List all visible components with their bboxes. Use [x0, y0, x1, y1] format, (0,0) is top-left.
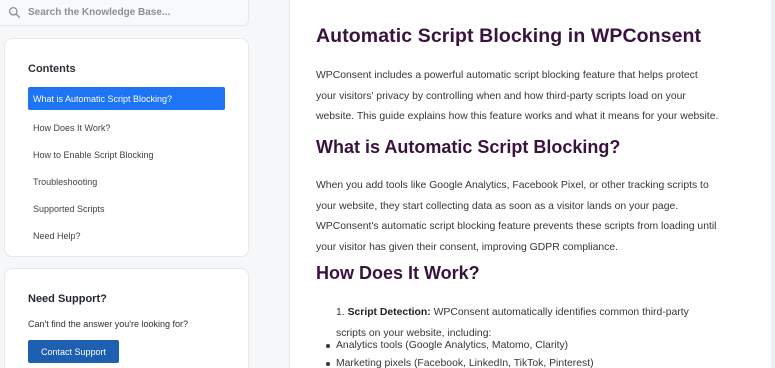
scrollbar[interactable] [771, 0, 775, 368]
section1-line: your visitor has given their consent, im… [316, 241, 619, 253]
toc-item-need-help[interactable]: Need Help? [28, 222, 225, 249]
toc-item-supported-scripts[interactable]: Supported Scripts [28, 195, 225, 222]
section-heading-what-is: What is Automatic Script Blocking? [316, 137, 621, 157]
intro-paragraph: WPConsent includes a powerful automatic … [316, 66, 746, 128]
article-title: Automatic Script Blocking in WPConsent [316, 25, 702, 47]
table-of-contents: Contents What is Automatic Script Blocki… [4, 38, 249, 257]
section-heading-how-does-it-work: How Does It Work? [316, 263, 480, 283]
toc-item-troubleshooting[interactable]: Troubleshooting [28, 168, 225, 195]
section1-line: WPConsent's automatic script blocking fe… [316, 221, 717, 232]
toc-item-how-does-it-work[interactable]: How Does It Work? [28, 114, 225, 141]
bullet-icon [326, 361, 330, 366]
intro-line: your visitors' privacy by controlling wh… [316, 90, 686, 102]
support-card: Need Support? Can't find the answer you'… [4, 268, 249, 368]
intro-line: WPConsent includes a powerful automatic … [316, 70, 698, 81]
step-label: Script Detection: [347, 307, 431, 318]
step-1: 1. Script Detection: WPConsent automatic… [336, 303, 689, 344]
list-item: Analytics tools (Google Analytics, Matom… [316, 340, 568, 351]
step-text: WPConsent automatically identifies commo… [433, 307, 689, 318]
support-text: Can't find the answer you're looking for… [28, 319, 189, 329]
toc-item-what-is-automatic-script-blocking[interactable]: What is Automatic Script Blocking? [28, 87, 225, 110]
list-item: Marketing pixels (Facebook, LinkedIn, Ti… [316, 358, 594, 368]
support-title: Need Support? [28, 293, 107, 305]
intro-line: website. This guide explains how this fe… [316, 111, 719, 122]
section1-line: your website, they start collecting data… [316, 200, 679, 212]
contact-support-button[interactable]: Contact Support [28, 340, 119, 363]
search-input[interactable]: Search the Knowledge Base... [28, 7, 170, 18]
section1-paragraph: When you add tools like Google Analytics… [316, 176, 746, 258]
step-number: 1. [336, 307, 345, 318]
search-box[interactable]: Search the Knowledge Base... [0, 0, 249, 26]
list-item-text: Marketing pixels (Facebook, LinkedIn, Ti… [336, 358, 594, 368]
list-item-text: Analytics tools (Google Analytics, Matom… [336, 340, 569, 351]
toc-item-how-to-enable-script-blocking[interactable]: How to Enable Script Blocking [28, 141, 225, 168]
sidebar: Search the Knowledge Base... Contents Wh… [0, 0, 290, 368]
toc-title: Contents [28, 63, 76, 75]
toc-list: What is Automatic Script Blocking? How D… [28, 87, 225, 249]
search-icon [8, 6, 21, 19]
bullet-icon [326, 343, 330, 348]
section1-line: When you add tools like Google Analytics… [316, 180, 709, 191]
